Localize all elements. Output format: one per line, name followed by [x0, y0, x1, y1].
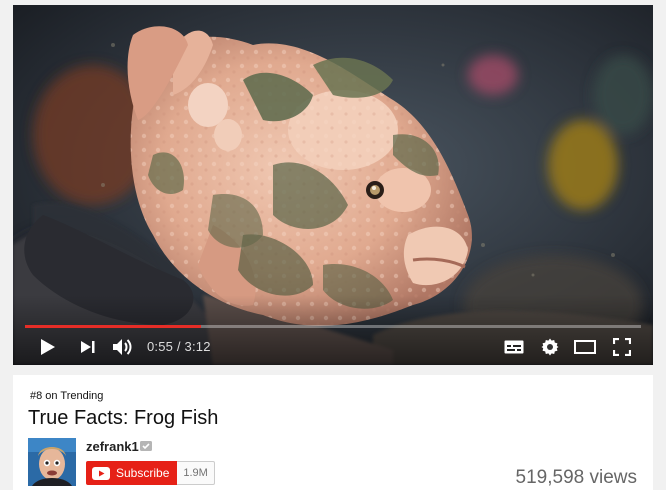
- volume-button[interactable]: [111, 336, 135, 358]
- duration: 3:12: [184, 339, 211, 354]
- video-info-card: #8 on Trending True Facts: Frog Fish zef…: [13, 375, 653, 490]
- theater-mode-icon: [574, 340, 596, 354]
- subscribe-button[interactable]: Subscribe: [86, 461, 178, 485]
- theater-mode-button[interactable]: [573, 336, 597, 358]
- trending-badge[interactable]: #8 on Trending: [30, 389, 104, 403]
- channel-name[interactable]: zefrank1: [86, 439, 139, 455]
- view-count: 519,598 views: [515, 467, 637, 488]
- time-separator: /: [173, 339, 185, 354]
- settings-button[interactable]: [539, 336, 561, 358]
- next-icon: [81, 341, 95, 353]
- video-title: True Facts: Frog Fish: [28, 407, 219, 429]
- avatar-image: [28, 438, 76, 486]
- next-button[interactable]: [77, 336, 99, 358]
- fullscreen-icon: [613, 338, 631, 356]
- play-icon: [41, 339, 55, 355]
- captions-button[interactable]: [503, 336, 525, 358]
- gear-icon: [541, 338, 559, 356]
- fullscreen-button[interactable]: [611, 336, 633, 358]
- channel-avatar[interactable]: [28, 438, 76, 486]
- time-display: 0:55 / 3:12: [147, 338, 211, 356]
- play-button[interactable]: [37, 336, 59, 358]
- page: 0:55 / 3:12 #8 on Trending True Facts: F…: [0, 0, 666, 490]
- subscriber-count: 1.9M: [177, 461, 215, 485]
- subscribe-label: Subscribe: [116, 466, 170, 480]
- subscribe-group: Subscribe 1.9M: [86, 461, 215, 485]
- volume-icon: [113, 339, 132, 355]
- current-time: 0:55: [147, 339, 174, 354]
- video-player[interactable]: 0:55 / 3:12: [13, 5, 653, 365]
- captions-icon: [504, 340, 524, 354]
- progress-bar[interactable]: [25, 325, 641, 328]
- progress-played: [25, 325, 202, 328]
- verified-icon: [140, 441, 152, 451]
- youtube-logo-icon: [92, 466, 110, 480]
